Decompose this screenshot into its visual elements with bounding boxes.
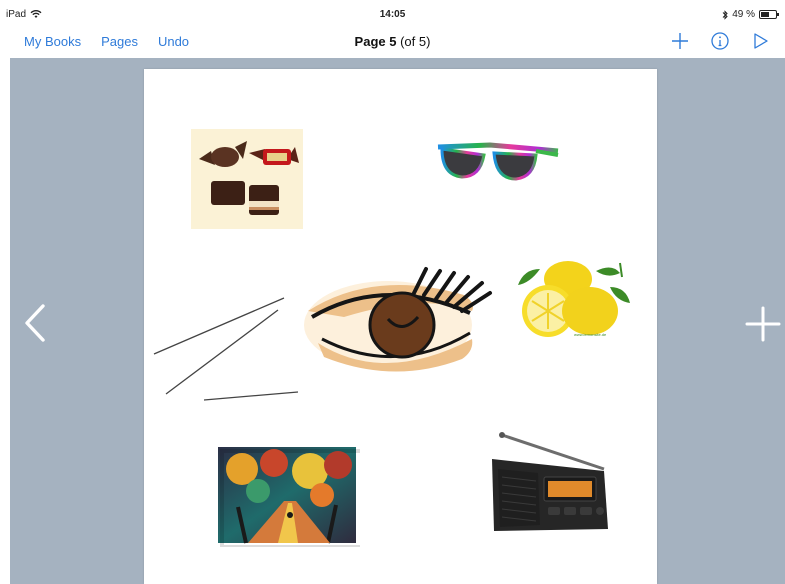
info-icon[interactable] — [709, 30, 731, 52]
lemon-watermark: www.lemonsite.de — [574, 332, 607, 337]
add-page-plus-icon[interactable] — [669, 30, 691, 52]
lemons-image[interactable] — [510, 257, 634, 343]
eye-image[interactable] — [304, 265, 504, 385]
radio-image[interactable] — [484, 429, 620, 547]
status-bar: iPad 14:05 49 % — [0, 0, 785, 28]
page-title-total: (of 5) — [396, 34, 431, 49]
chevron-left-icon[interactable] — [22, 303, 48, 343]
painting-image[interactable] — [218, 447, 360, 547]
book-page: www.lemonsite.de — [144, 69, 657, 584]
needles-image[interactable] — [152, 294, 302, 414]
nav-right-group — [669, 30, 771, 52]
candies-image[interactable] — [191, 129, 303, 229]
status-time: 14:05 — [379, 9, 406, 20]
battery-percent: 49 % — [732, 9, 755, 20]
page-title: Page 5 (of 5) — [0, 34, 785, 49]
bluetooth-icon — [722, 9, 728, 20]
battery-icon — [759, 10, 779, 19]
canvas-area: www.lemonsite.de — [10, 58, 785, 584]
sunglasses-image[interactable] — [434, 133, 560, 187]
status-right: 49 % — [722, 9, 779, 20]
play-icon[interactable] — [749, 30, 771, 52]
nav-bar: My Books Pages Undo Page 5 (of 5) — [0, 28, 785, 58]
plus-icon[interactable] — [745, 306, 781, 342]
page-title-number: Page 5 — [354, 34, 397, 49]
